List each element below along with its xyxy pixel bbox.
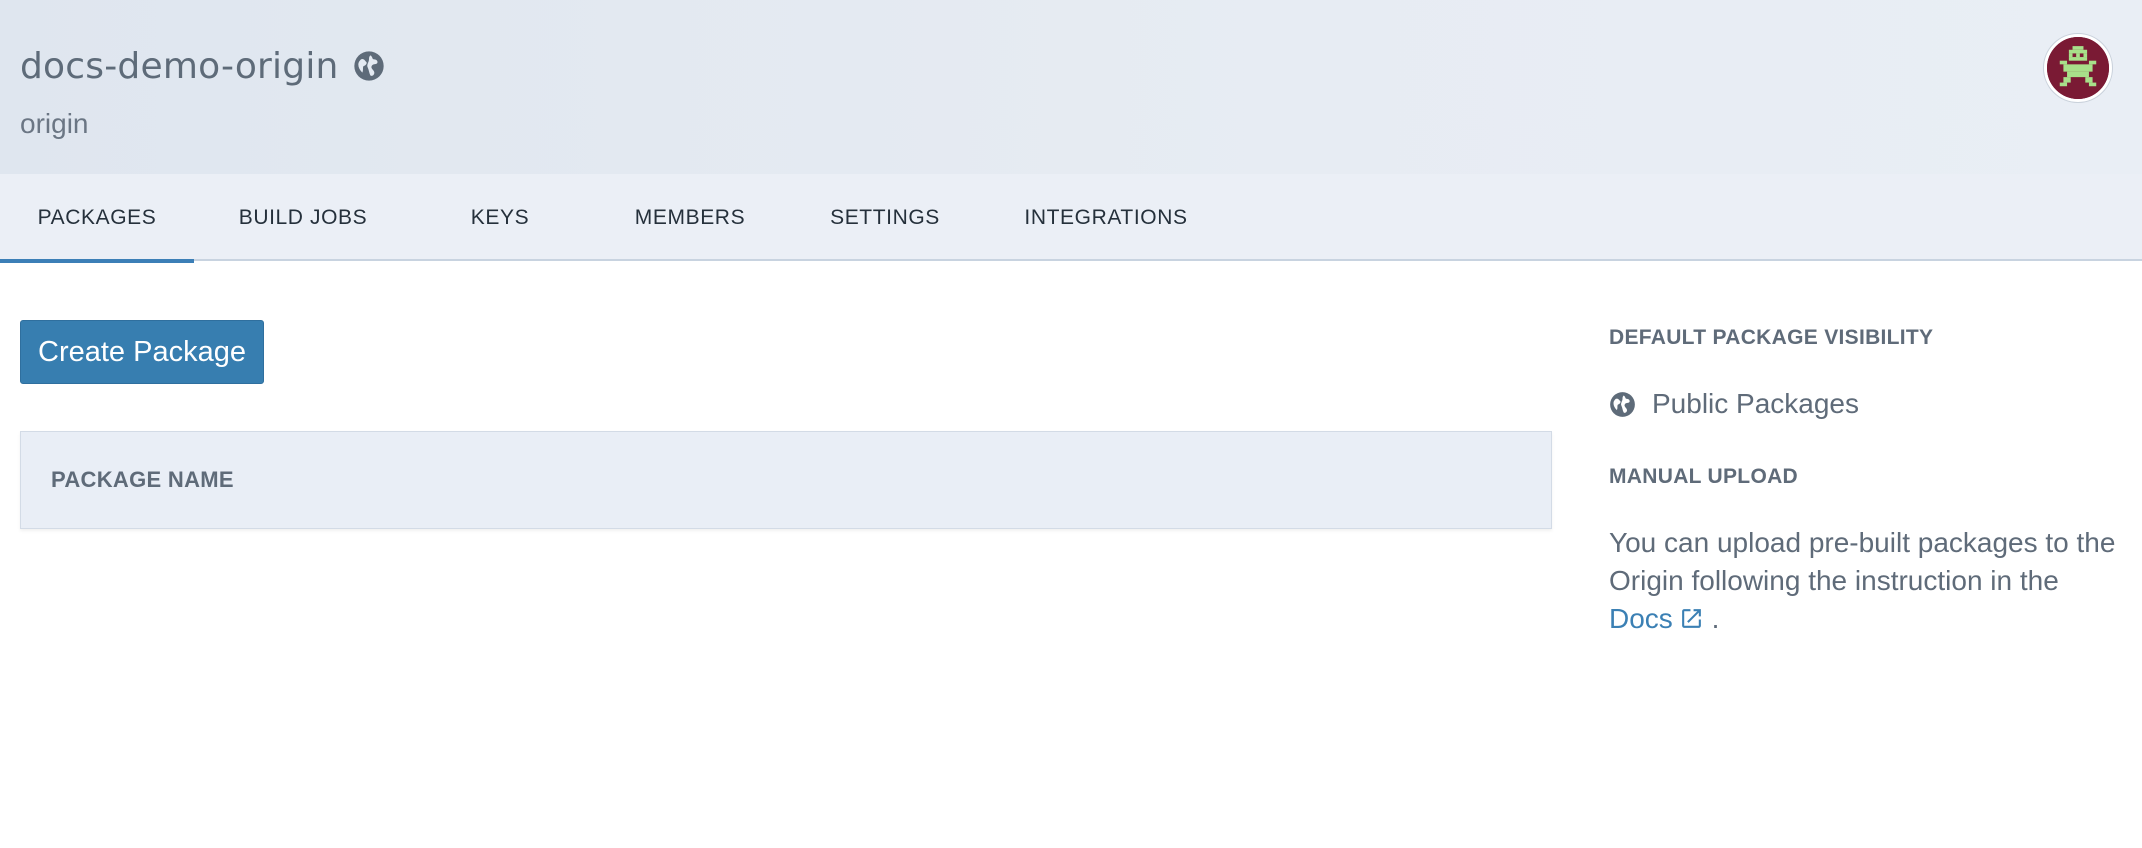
globe-icon — [1609, 391, 1636, 418]
tab-members[interactable]: MEMBERS — [588, 174, 792, 261]
trailing-period: . — [1711, 603, 1720, 634]
manual-upload-heading: MANUAL UPLOAD — [1609, 465, 1799, 488]
docs-link-label: Docs — [1609, 603, 1673, 634]
package-table: PACKAGE NAME — [20, 431, 1552, 529]
create-package-button[interactable]: Create Package — [20, 320, 264, 384]
origin-name: docs-demo-origin — [20, 45, 339, 87]
package-name-column-header: PACKAGE NAME — [51, 467, 234, 492]
tab-keys[interactable]: KEYS — [412, 174, 588, 261]
external-link-icon — [1679, 603, 1704, 628]
space-invader-avatar-icon — [2047, 37, 2109, 99]
origin-title: docs-demo-origin — [20, 40, 385, 92]
tab-build-jobs[interactable]: BUILD JOBS — [194, 174, 412, 261]
tab-integrations[interactable]: INTEGRATIONS — [978, 174, 1234, 261]
origin-tabs: PACKAGES BUILD JOBS KEYS MEMBERS SETTING… — [0, 174, 2142, 263]
visibility-heading: DEFAULT PACKAGE VISIBILITY — [1609, 326, 1934, 349]
origin-header: docs-demo-origin origin — [0, 0, 2142, 174]
visibility-label: Public Packages — [1652, 388, 1860, 419]
origin-subtitle: origin — [20, 108, 89, 139]
upload-description: You can upload pre-built packages to the… — [1609, 527, 2116, 596]
tab-settings[interactable]: SETTINGS — [792, 174, 978, 261]
user-avatar[interactable] — [2044, 34, 2112, 102]
tab-packages[interactable]: PACKAGES — [0, 174, 194, 263]
manual-upload-text: You can upload pre-built packages to the… — [1609, 524, 2129, 638]
globe-icon — [353, 50, 385, 82]
visibility-value: Public Packages — [1609, 388, 1859, 420]
docs-link[interactable]: Docs — [1609, 603, 1712, 634]
